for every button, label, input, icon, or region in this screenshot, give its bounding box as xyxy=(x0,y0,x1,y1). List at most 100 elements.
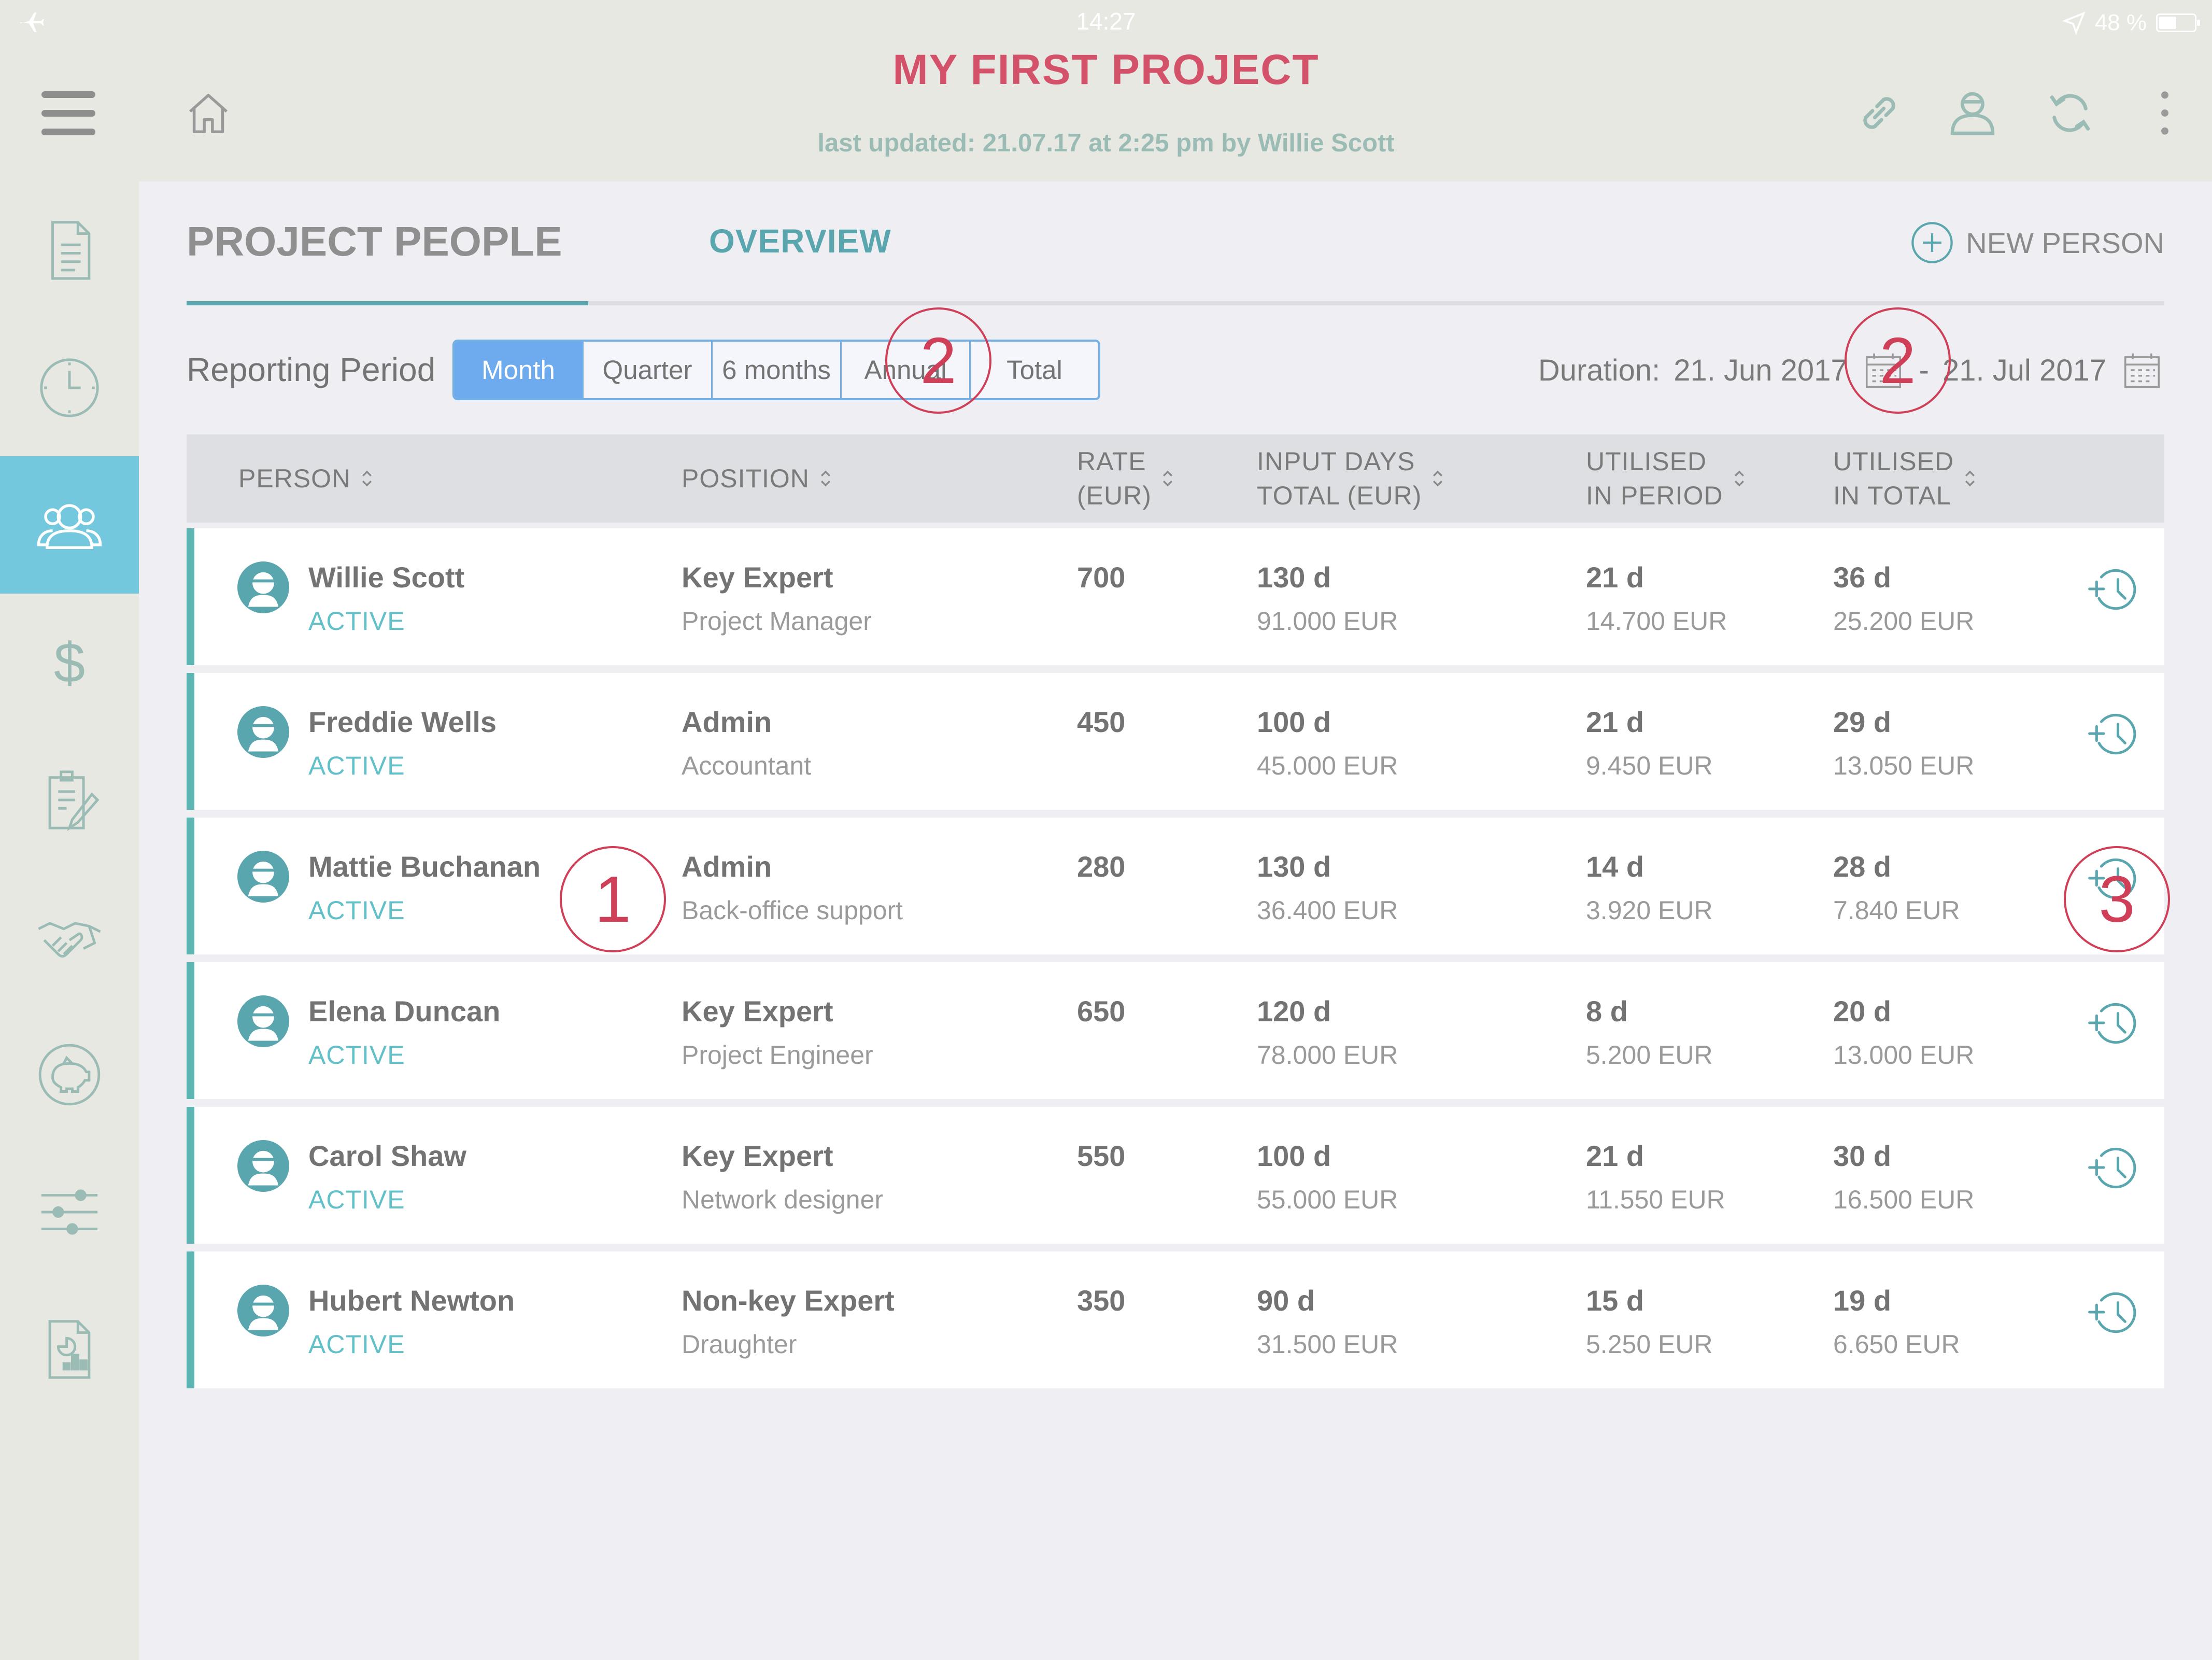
rate: 550 xyxy=(1077,1140,1126,1172)
dollar-icon: $ xyxy=(54,631,85,694)
tab-overview[interactable]: OVERVIEW xyxy=(709,222,891,260)
utilised-period-total: 5.250 EUR xyxy=(1586,1330,1713,1359)
utilised-period-days: 21 d xyxy=(1586,561,1644,594)
calendar-icon[interactable] xyxy=(2120,348,2164,392)
sidebar-item-settings[interactable] xyxy=(0,1143,139,1281)
add-time-icon[interactable] xyxy=(2087,705,2144,762)
role: Back-office support xyxy=(682,896,903,925)
team-icon[interactable] xyxy=(1946,86,2000,140)
person-name[interactable]: Willie Scott xyxy=(308,560,464,594)
column-position[interactable]: POSITION xyxy=(682,434,832,523)
table-row[interactable]: Mattie Buchanan ACTIVE Admin Back-office… xyxy=(187,818,2164,954)
position: Admin xyxy=(682,706,772,738)
person-status: ACTIVE xyxy=(308,896,405,925)
table-row[interactable]: Willie Scott ACTIVE Key Expert Project M… xyxy=(187,528,2164,665)
sidebar: $ xyxy=(0,181,139,1660)
add-time-icon[interactable] xyxy=(2087,1284,2144,1341)
utilised-total-days: 36 d xyxy=(1833,561,1892,594)
sort-icon xyxy=(1734,470,1744,487)
person-avatar-icon xyxy=(237,995,289,1047)
table-header: PERSON POSITION RATE (EUR) INPUT DAYS TOTA… xyxy=(187,434,2164,523)
utilised-total-days: 19 d xyxy=(1833,1284,1892,1317)
role: Network designer xyxy=(682,1185,884,1214)
status-time: 14:27 xyxy=(1076,8,1136,35)
more-vertical-icon[interactable] xyxy=(2138,86,2192,140)
person-status: ACTIVE xyxy=(308,751,405,780)
callout-marker: 1 xyxy=(560,846,666,952)
new-person-label: NEW PERSON xyxy=(1966,226,2164,259)
role: Project Engineer xyxy=(682,1040,873,1070)
column-rate[interactable]: RATE (EUR) xyxy=(1077,434,1174,523)
sidebar-item-finance[interactable]: $ xyxy=(0,594,139,731)
callout-marker: 2 xyxy=(1845,307,1951,414)
people-icon xyxy=(37,503,102,549)
add-time-icon[interactable] xyxy=(2087,1139,2144,1196)
column-utilised-total[interactable]: UTILISED IN TOTAL xyxy=(1833,434,1977,523)
table-row[interactable]: Hubert Newton ACTIVE Non-key Expert Drau… xyxy=(187,1251,2164,1388)
callout-marker: 3 xyxy=(2064,846,2170,952)
sidebar-item-documents[interactable] xyxy=(0,181,139,319)
utilised-period-total: 5.200 EUR xyxy=(1586,1040,1713,1070)
utilised-period-days: 21 d xyxy=(1586,706,1644,738)
person-name[interactable]: Freddie Wells xyxy=(308,705,497,739)
utilised-total-days: 20 d xyxy=(1833,995,1892,1028)
utilised-period-days: 14 d xyxy=(1586,850,1644,883)
period-month[interactable]: Month xyxy=(455,342,584,398)
position: Admin xyxy=(682,850,772,883)
app-header: 14:27 48 % MY FIRST PROJECT last updated… xyxy=(0,0,2212,181)
position: Key Expert xyxy=(682,1140,833,1172)
column-utilised-period[interactable]: UTILISED IN PERIOD xyxy=(1586,434,1746,523)
clipboard-edit-icon xyxy=(48,770,100,831)
rate: 650 xyxy=(1077,995,1126,1028)
callout-marker: 2 xyxy=(885,307,991,414)
duration-start-date[interactable]: 21. Jun 2017 xyxy=(1674,353,1847,388)
sort-icon xyxy=(820,470,830,487)
table-row[interactable]: Freddie Wells ACTIVE Admin Accountant 45… xyxy=(187,673,2164,810)
sidebar-item-tasks[interactable] xyxy=(0,731,139,868)
person-name[interactable]: Elena Duncan xyxy=(308,994,500,1028)
add-time-icon[interactable] xyxy=(2087,994,2144,1051)
input-total: 91.000 EUR xyxy=(1257,607,1398,636)
duration-end-date[interactable]: 21. Jul 2017 xyxy=(1942,353,2106,388)
period-quarter[interactable]: Quarter xyxy=(584,342,713,398)
sidebar-item-contracts[interactable] xyxy=(0,868,139,1006)
add-time-icon[interactable] xyxy=(2087,560,2144,617)
table-row[interactable]: Elena Duncan ACTIVE Key Expert Project E… xyxy=(187,962,2164,1099)
utilised-total-days: 28 d xyxy=(1833,850,1892,883)
rate: 280 xyxy=(1077,850,1126,883)
link-icon[interactable] xyxy=(1852,86,1906,140)
role: Draughter xyxy=(682,1330,797,1359)
input-total: 45.000 EUR xyxy=(1257,751,1398,780)
handshake-icon xyxy=(38,921,101,958)
person-avatar-icon xyxy=(237,561,289,613)
sidebar-item-people[interactable] xyxy=(0,456,139,594)
input-days: 90 d xyxy=(1257,1284,1315,1317)
person-avatar-icon xyxy=(237,851,289,903)
person-name[interactable]: Carol Shaw xyxy=(308,1139,466,1173)
sidebar-item-reports[interactable] xyxy=(0,1281,139,1418)
new-person-button[interactable]: NEW PERSON xyxy=(1910,218,2164,268)
sort-icon xyxy=(1433,470,1443,487)
utilised-period-days: 21 d xyxy=(1586,1140,1644,1172)
utilised-total-amount: 13.000 EUR xyxy=(1833,1040,1975,1070)
input-total: 31.500 EUR xyxy=(1257,1330,1398,1359)
column-person[interactable]: PERSON xyxy=(238,434,374,523)
sidebar-item-time[interactable] xyxy=(0,319,139,456)
tab-project-people[interactable]: PROJECT PEOPLE xyxy=(187,218,562,265)
input-total: 36.400 EUR xyxy=(1257,896,1398,925)
person-name[interactable]: Mattie Buchanan xyxy=(308,850,541,883)
utilised-period-days: 15 d xyxy=(1586,1284,1644,1317)
utilised-period-total: 11.550 EUR xyxy=(1586,1185,1725,1214)
table-row[interactable]: Carol Shaw ACTIVE Key Expert Network des… xyxy=(187,1107,2164,1244)
role: Accountant xyxy=(682,751,812,780)
sync-icon[interactable] xyxy=(2043,86,2097,140)
input-days: 100 d xyxy=(1257,1140,1331,1172)
utilised-total-amount: 6.650 EUR xyxy=(1833,1330,1960,1359)
sidebar-item-budget[interactable] xyxy=(0,1006,139,1143)
rate: 450 xyxy=(1077,706,1126,738)
period-6-months[interactable]: 6 months xyxy=(713,342,842,398)
column-input-days[interactable]: INPUT DAYS TOTAL (EUR) xyxy=(1257,434,1444,523)
person-name[interactable]: Hubert Newton xyxy=(308,1284,515,1317)
person-avatar-icon xyxy=(237,706,289,758)
svg-text:$: $ xyxy=(54,631,85,694)
